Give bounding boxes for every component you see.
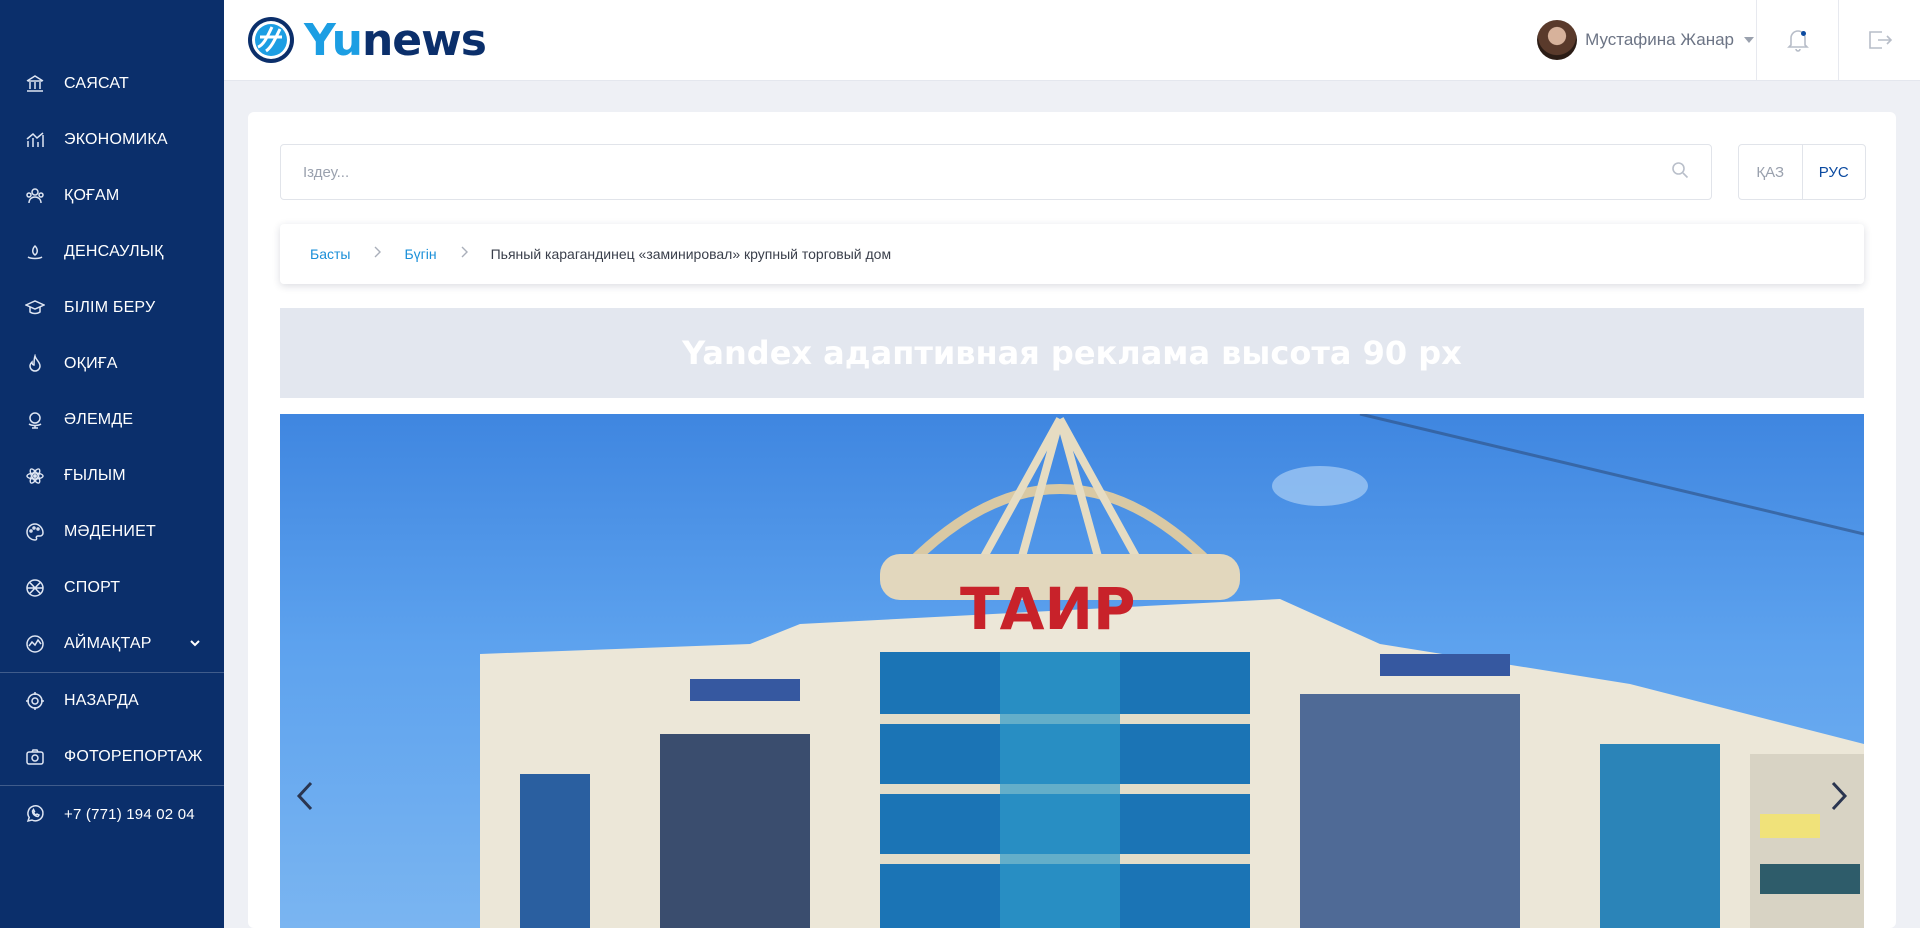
sidebar-item-densaulyk[interactable]: ДЕНСАУЛЫҚ — [0, 224, 224, 280]
sidebar-item-label: САЯСАТ — [64, 75, 130, 92]
phone-number: +7 (771) 194 02 04 — [64, 805, 195, 823]
target-icon — [24, 690, 46, 712]
chevron-right-icon — [459, 245, 469, 263]
sidebar-item-bilim-beru[interactable]: БІЛІМ БЕРУ — [0, 280, 224, 336]
ad-banner[interactable]: Yandex адаптивная реклама высота 90 px — [280, 308, 1864, 398]
ball-icon — [24, 577, 46, 599]
sidebar-item-okiga[interactable]: ОҚИҒА — [0, 336, 224, 392]
user-menu[interactable]: Мустафина Жанар — [1537, 20, 1754, 60]
slider-prev-button[interactable] — [290, 776, 320, 816]
lang-rus-button[interactable]: РУС — [1803, 145, 1866, 199]
logout-button[interactable] — [1838, 0, 1920, 80]
sidebar-item-sport[interactable]: СПОРТ — [0, 560, 224, 616]
sidebar-item-label: ФОТОРЕПОРТАЖ — [64, 748, 203, 765]
notification-dot — [1801, 31, 1806, 36]
sidebar-nav: САЯСАТ ЭКОНОМИКА ҚОҒАМ ДЕНСАУЛЫҚ БІЛІМ Б… — [0, 0, 224, 672]
top-header: Yunews Мустафина Жанар — [224, 0, 1920, 80]
palette-icon — [24, 521, 46, 543]
slider-sign-text: ТАИР — [960, 575, 1136, 643]
sidebar-item-label: ҒЫЛЫМ — [64, 467, 126, 484]
logout-icon — [1868, 31, 1892, 49]
sidebar: САЯСАТ ЭКОНОМИКА ҚОҒАМ ДЕНСАУЛЫҚ БІЛІМ Б… — [0, 0, 224, 928]
sidebar-item-label: МӘДЕНИЕТ — [64, 523, 156, 540]
caret-down-icon — [1744, 37, 1754, 43]
search-input[interactable] — [303, 163, 1671, 181]
sidebar-item-aimaktar[interactable]: АЙМАҚТАР — [0, 616, 224, 672]
chevron-left-icon — [296, 781, 313, 811]
sidebar-item-label: НАЗАРДА — [64, 692, 139, 709]
sidebar-item-label: ДЕНСАУЛЫҚ — [64, 243, 164, 260]
site-logo[interactable]: Yunews — [246, 14, 487, 66]
globe-icon — [24, 409, 46, 431]
flame-icon — [24, 353, 46, 375]
whatsapp-icon — [24, 803, 46, 825]
bar-chart-icon — [24, 129, 46, 151]
sidebar-item-alemde[interactable]: ӘЛЕМДЕ — [0, 392, 224, 448]
main-content: ҚАЗ РУС Басты Бүгін Пьяный карагандинец … — [248, 112, 1896, 928]
slider-image: ТАИР — [480, 414, 1864, 928]
sidebar-item-label: БІЛІМ БЕРУ — [64, 299, 156, 316]
sidebar-item-label: ОҚИҒА — [64, 355, 118, 372]
logo-text: Yunews — [304, 14, 487, 66]
sidebar-item-label: ҚОҒАМ — [64, 187, 120, 204]
ad-banner-text: Yandex адаптивная реклама высота 90 px — [682, 334, 1462, 372]
breadcrumb-current: Пьяный карагандинец «заминировал» крупны… — [490, 246, 892, 262]
chevron-down-icon[interactable] — [188, 636, 202, 655]
people-icon — [24, 185, 46, 207]
logo-icon — [248, 17, 294, 63]
sidebar-item-gylym[interactable]: ҒЫЛЫМ — [0, 448, 224, 504]
sidebar-item-madeniet[interactable]: МӘДЕНИЕТ — [0, 504, 224, 560]
slider-next-button[interactable] — [1824, 776, 1854, 816]
breadcrumb: Басты Бүгін Пьяный карагандинец «заминир… — [280, 224, 1864, 284]
graduation-cap-icon — [24, 297, 46, 319]
camera-icon — [24, 746, 46, 768]
chevron-right-icon — [372, 245, 382, 263]
sidebar-item-label: ЭКОНОМИКА — [64, 131, 168, 148]
search-bar — [280, 144, 1712, 200]
user-name: Мустафина Жанар — [1585, 30, 1734, 49]
sidebar-item-fotoreportazh[interactable]: ФОТОРЕПОРТАЖ — [0, 729, 224, 785]
sidebar-item-label: АЙМАҚТАР — [64, 635, 152, 652]
breadcrumb-home[interactable]: Басты — [310, 246, 350, 262]
health-icon — [24, 241, 46, 263]
sidebar-extra-nav: НАЗАРДА ФОТОРЕПОРТАЖ — [0, 673, 224, 785]
sidebar-phone[interactable]: +7 (771) 194 02 04 — [0, 786, 224, 842]
search-icon[interactable] — [1671, 161, 1689, 184]
bank-icon — [24, 73, 46, 95]
atom-icon — [24, 465, 46, 487]
sidebar-item-kogam[interactable]: ҚОҒАМ — [0, 168, 224, 224]
image-slider: ТАИР — [280, 414, 1864, 928]
sidebar-item-label: ӘЛЕМДЕ — [64, 411, 134, 428]
sidebar-item-sayasat[interactable]: САЯСАТ — [0, 56, 224, 112]
sidebar-item-nazarda[interactable]: НАЗАРДА — [0, 673, 224, 729]
region-icon — [24, 633, 46, 655]
sidebar-item-label: СПОРТ — [64, 579, 121, 596]
lang-kaz-button[interactable]: ҚАЗ — [1739, 145, 1803, 199]
chevron-right-icon — [1831, 781, 1848, 811]
sidebar-item-ekonomika[interactable]: ЭКОНОМИКА — [0, 112, 224, 168]
language-switcher: ҚАЗ РУС — [1738, 144, 1866, 200]
notifications-button[interactable] — [1756, 0, 1838, 80]
avatar — [1537, 20, 1578, 60]
breadcrumb-section[interactable]: Бүгін — [404, 246, 436, 262]
